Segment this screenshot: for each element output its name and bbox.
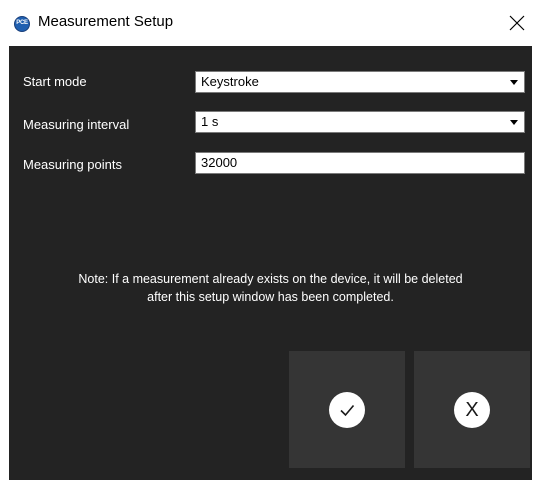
note-text-line-1: Note: If a measurement already exists on…: [78, 272, 463, 286]
confirm-button[interactable]: [289, 351, 405, 468]
x-icon: X: [465, 398, 479, 421]
measuring-points-label: Measuring points: [23, 157, 122, 172]
pce-logo-icon: PCE: [14, 16, 30, 32]
setup-panel: Start mode Keystroke Measuring interval …: [9, 46, 532, 480]
note-text-line-2: after this setup window has been complet…: [147, 290, 394, 304]
measuring-interval-label: Measuring interval: [23, 117, 130, 132]
title-bar[interactable]: PCE Measurement Setup: [0, 0, 540, 46]
start-mode-label: Start mode: [23, 74, 87, 89]
measuring-interval-select[interactable]: 1 s: [195, 111, 525, 133]
checkmark-icon: [340, 404, 355, 416]
dropdown-arrow-icon[interactable]: [504, 72, 524, 92]
start-mode-select[interactable]: Keystroke: [195, 71, 525, 93]
dropdown-arrow-icon[interactable]: [504, 112, 524, 132]
measuring-points-input[interactable]: 32000: [195, 152, 525, 174]
measuring-interval-value: 1 s: [201, 114, 219, 129]
cancel-circle: X: [454, 391, 490, 428]
cancel-button[interactable]: X: [414, 351, 530, 468]
measurement-setup-window: PCE Measurement Setup Start mode Keystro…: [0, 0, 540, 488]
window-title: Measurement Setup: [38, 13, 174, 30]
start-mode-value: Keystroke: [201, 74, 259, 89]
close-button[interactable]: [494, 0, 540, 46]
confirm-circle: [329, 391, 365, 428]
close-icon: [509, 15, 525, 31]
